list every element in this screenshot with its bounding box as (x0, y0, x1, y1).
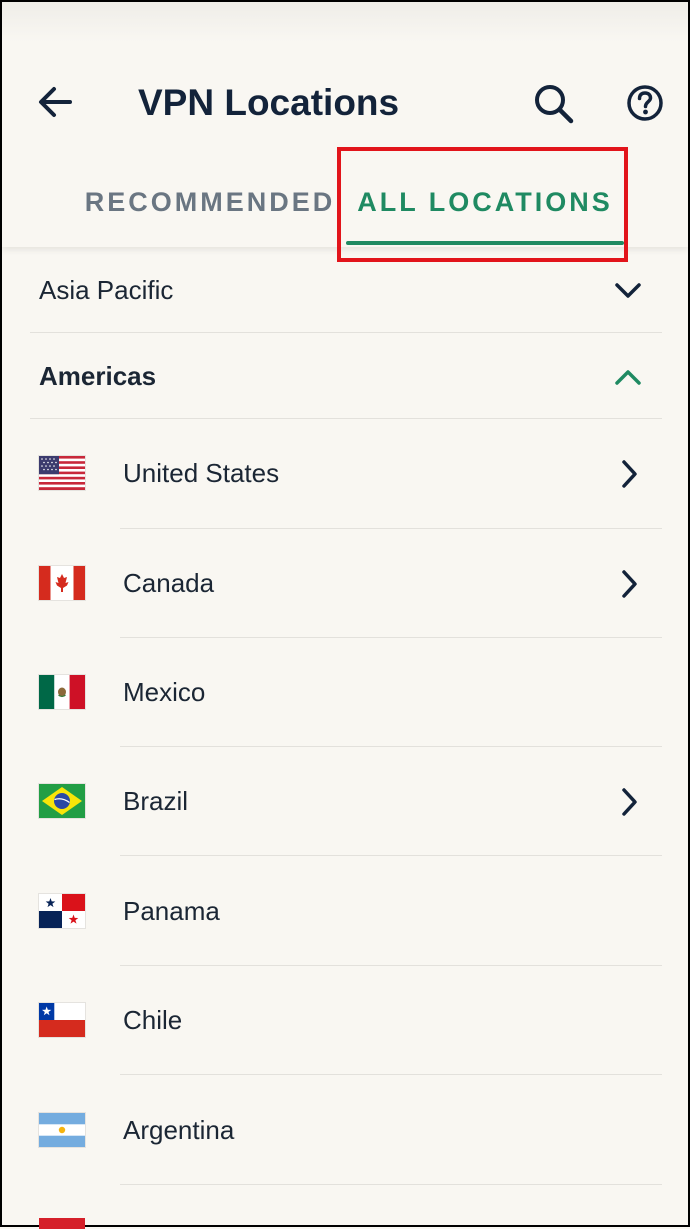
country-row-brazil[interactable]: Brazil (2, 747, 688, 856)
region-asia-pacific[interactable]: Asia Pacific (2, 247, 688, 333)
search-icon (535, 85, 574, 124)
country-row-mexico[interactable]: Mexico (2, 638, 688, 747)
country-row-chile[interactable]: Chile (2, 966, 688, 1075)
ar-flag-icon (39, 1113, 85, 1147)
country-row-united-states[interactable]: United States (2, 419, 688, 528)
back-button[interactable] (32, 78, 80, 126)
region-americas[interactable]: Americas (2, 333, 688, 419)
br-flag-icon (39, 784, 85, 818)
region-label: Asia Pacific (39, 275, 174, 305)
cl-flag-icon (39, 1003, 85, 1037)
mx-flag-icon (39, 675, 85, 709)
divider (120, 855, 662, 856)
country-row-argentina[interactable]: Argentina (2, 1076, 688, 1185)
country-row-canada[interactable]: Canada (2, 529, 688, 638)
country-name: Argentina (123, 1115, 235, 1145)
chevron-right-icon (622, 570, 637, 598)
divider (120, 1184, 662, 1185)
next-country-flag-icon (39, 1218, 85, 1229)
country-name: United States (123, 458, 280, 488)
country-row-panama[interactable]: Panama (2, 857, 688, 966)
ca-flag-icon (39, 566, 85, 600)
active-tab-indicator (346, 241, 624, 245)
chevron-down-icon (615, 283, 641, 298)
country-name: Brazil (123, 786, 189, 816)
country-name: Chile (123, 1005, 183, 1035)
divider (120, 1074, 662, 1075)
tab-recommended[interactable]: RECOMMENDED (82, 172, 338, 232)
country-name: Canada (123, 568, 215, 598)
help-circle-icon (627, 85, 663, 121)
help-button[interactable] (620, 78, 670, 128)
pa-flag-icon (39, 894, 85, 928)
region-label: Americas (39, 361, 157, 391)
search-button[interactable] (528, 78, 578, 128)
chevron-right-icon (622, 788, 637, 816)
us-flag-icon (39, 456, 85, 490)
status-bar (2, 2, 688, 42)
country-name: Mexico (123, 677, 206, 707)
page-title: VPN Locations (138, 82, 400, 123)
arrow-left-icon (39, 87, 72, 117)
chevron-up-icon (615, 370, 641, 385)
app-bar: VPN Locations RECOMMENDED ALL LOCATIONS (2, 2, 688, 247)
tab-all-locations[interactable]: ALL LOCATIONS (346, 172, 624, 232)
country-name: Panama (123, 896, 220, 926)
chevron-right-icon (622, 460, 637, 488)
